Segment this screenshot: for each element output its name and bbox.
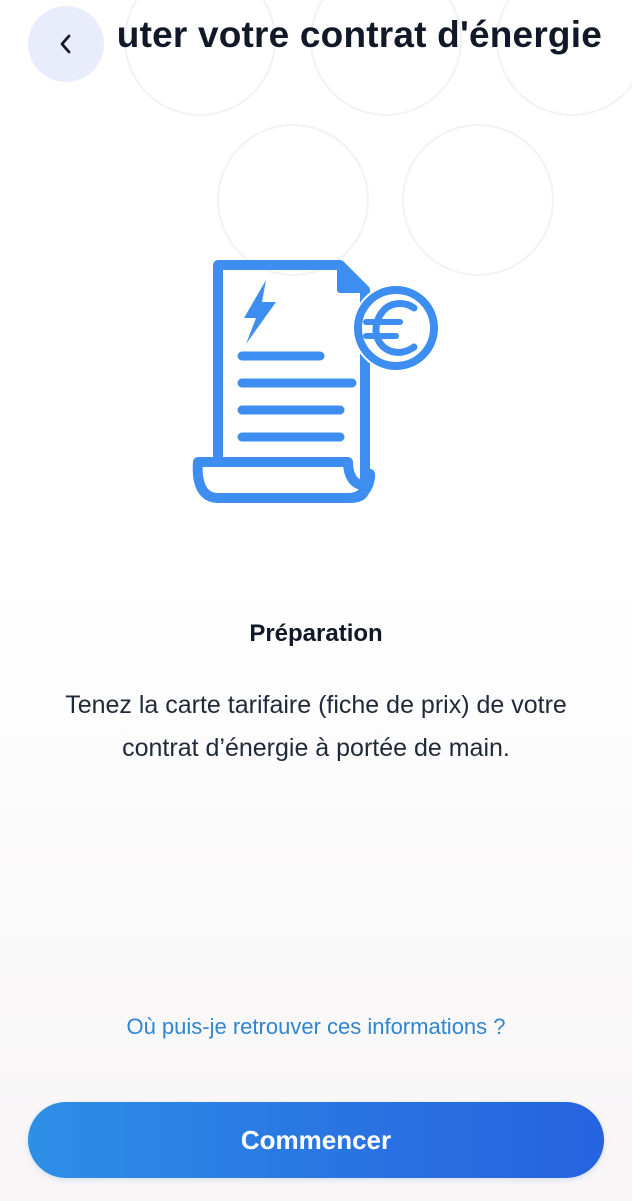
- start-button[interactable]: Commencer: [28, 1102, 604, 1178]
- back-button[interactable]: [28, 6, 104, 82]
- section-title: Préparation: [249, 620, 383, 647]
- description-text: Tenez la carte tarifaire (fiche de prix)…: [65, 691, 567, 762]
- header: uter votre contrat d'énergie: [0, 0, 632, 90]
- page-title: uter votre contrat d'énergie: [116, 14, 602, 55]
- start-button-label: Commencer: [240, 1124, 392, 1155]
- info-link[interactable]: Où puis-je retrouver ces informations ?: [0, 1014, 632, 1040]
- chevron-left-icon: [60, 34, 71, 54]
- energy-contract-document-icon: [192, 260, 440, 503]
